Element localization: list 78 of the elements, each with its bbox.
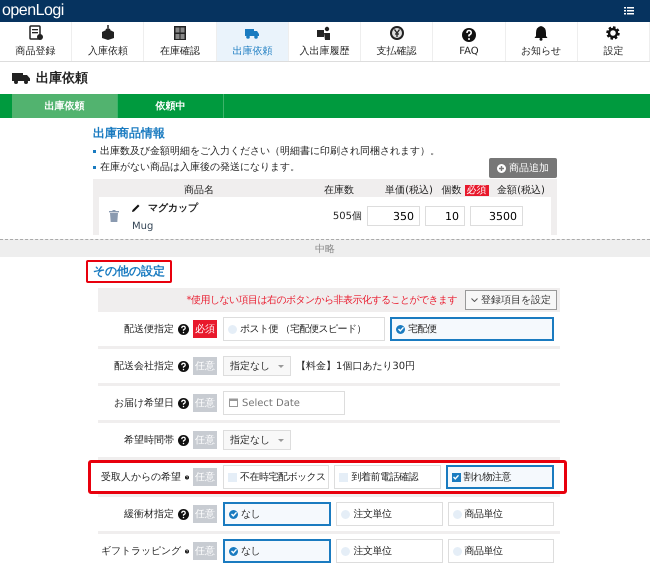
checkbox-option[interactable]: 割れ物注意 xyxy=(446,465,554,489)
radio-option[interactable]: 商品単位 xyxy=(448,502,554,526)
chevron-icon xyxy=(471,298,478,302)
help-icon[interactable] xyxy=(178,434,189,446)
help-icon[interactable] xyxy=(178,324,189,334)
field-label: 緩衝材指定 xyxy=(124,508,174,521)
date-field[interactable]: Select Date xyxy=(223,391,345,415)
select-dropdown[interactable]: 指定なし xyxy=(223,356,291,376)
nav-tab[interactable]: 支払確認 xyxy=(361,22,434,61)
plus-icon xyxy=(497,164,506,172)
settings-button[interactable]: 登録項目を設定 xyxy=(465,290,557,310)
nav-tab[interactable]: 在庫確認 xyxy=(144,22,217,61)
nav-tab[interactable]: FAQ xyxy=(433,22,506,61)
note-text: 在庫がない商品は入庫後の発送になります。 xyxy=(100,160,300,174)
logo[interactable]: openLogi xyxy=(0,2,64,20)
calendar-icon xyxy=(229,398,238,407)
product-sub-name: Mug xyxy=(132,220,154,232)
radio-option[interactable]: 宅配便 xyxy=(390,317,554,341)
help-icon[interactable] xyxy=(178,360,189,372)
trash-icon[interactable] xyxy=(109,210,119,222)
field-label: 受取人からの希望 xyxy=(101,470,181,484)
field-tag: 必須 xyxy=(193,320,217,338)
field-label: ギフトラッピング xyxy=(101,545,181,558)
nav-tab[interactable]: 出庫依頼 xyxy=(216,22,289,61)
checkbox-option[interactable]: 到着前電話確認 xyxy=(334,465,441,489)
radio-option[interactable]: ポスト便 （宅配便スピード） xyxy=(223,317,385,341)
nav-tab[interactable]: 商品登録 xyxy=(0,22,72,61)
check-icon xyxy=(230,510,238,518)
check-icon xyxy=(396,325,404,333)
product-name: マグカップ xyxy=(148,201,198,214)
amount-field[interactable]: 3500 xyxy=(470,206,523,226)
add-product-button[interactable]: 商品追加 xyxy=(489,158,557,178)
radio-option[interactable]: 注文単位 xyxy=(336,502,443,526)
step-tab[interactable]: 依頼中 xyxy=(118,94,224,118)
section-title: その他の設定 xyxy=(86,260,172,283)
bell-icon xyxy=(533,25,550,41)
section-title: 出庫商品情報 xyxy=(93,125,166,142)
field-label: 配送便指定 xyxy=(124,322,174,336)
check-icon xyxy=(230,547,238,555)
column-header: 金額(税込) xyxy=(496,184,546,197)
field-label: 配送会社指定 xyxy=(114,360,174,373)
column-header: 商品名 xyxy=(183,184,215,197)
gear-icon xyxy=(605,25,622,41)
menu-icon[interactable] xyxy=(624,7,634,15)
nav-tab[interactable]: 設定 xyxy=(578,22,650,61)
select-dropdown[interactable]: 指定なし xyxy=(223,430,291,450)
box-icon xyxy=(100,25,116,41)
radio-option[interactable]: 注文単位 xyxy=(336,539,443,563)
check-icon xyxy=(452,473,460,481)
yen-icon xyxy=(388,25,405,41)
page-title: 出庫依頼 xyxy=(36,70,88,87)
field-label: お届け希望日 xyxy=(114,396,174,410)
hint-text: *使用しない項目は右のボタンから非表示化することができます xyxy=(186,294,457,307)
checkbox-option[interactable]: 不在時宅配ボックス xyxy=(223,465,330,489)
help-icon[interactable] xyxy=(178,398,189,408)
list-icon xyxy=(28,25,44,41)
radio-option[interactable]: なし xyxy=(223,502,332,526)
omitted-label: 中略 xyxy=(315,242,335,256)
radio-option[interactable]: 商品単位 xyxy=(448,539,554,563)
shelf-icon xyxy=(172,25,188,41)
help-icon[interactable] xyxy=(178,508,189,520)
truck-icon xyxy=(12,72,30,84)
column-header: 個数 必須 xyxy=(440,184,490,197)
quantity-field[interactable]: 10 xyxy=(425,206,465,226)
nav-tab[interactable]: お知らせ xyxy=(506,22,578,61)
pencil-icon[interactable] xyxy=(132,204,140,212)
radio-option[interactable]: なし xyxy=(223,539,332,563)
nav-tab[interactable]: 入庫依頼 xyxy=(72,22,144,61)
stock-count: 505個 xyxy=(332,210,362,223)
column-header: 単価(税込) xyxy=(384,184,434,197)
nav-tab[interactable]: 入出庫履歴 xyxy=(288,22,362,61)
worker-icon xyxy=(316,25,332,41)
help-icon xyxy=(460,26,477,42)
note-text: 出庫数及び金額明細をご入力ください（明細書に印刷され同梱されます）。 xyxy=(100,144,440,158)
column-header: 在庫数 xyxy=(323,184,355,197)
field-label: 希望時間帯 xyxy=(124,434,174,447)
price-field[interactable]: 350 xyxy=(367,206,420,226)
price-note: 【料金】1個口あたり30円 xyxy=(296,360,416,373)
